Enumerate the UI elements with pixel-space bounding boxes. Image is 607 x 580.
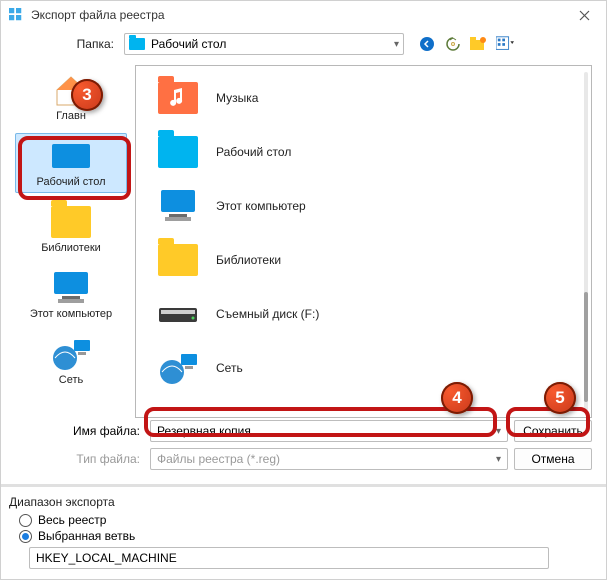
- radio-label: Весь реестр: [38, 513, 106, 527]
- new-folder-icon[interactable]: [470, 35, 488, 53]
- chevron-down-icon: ▾: [496, 454, 501, 465]
- desktop-folder-icon: [156, 132, 200, 172]
- removable-disk-icon: [156, 294, 200, 334]
- list-item[interactable]: Рабочий стол: [156, 130, 577, 174]
- save-button[interactable]: Сохранить: [514, 420, 592, 442]
- cancel-button[interactable]: Отмена: [514, 448, 592, 470]
- radio-selected-branch[interactable]: Выбранная ветвь: [19, 529, 592, 543]
- chevron-down-icon: ▾: [394, 39, 399, 50]
- filename-label: Имя файла:: [39, 424, 144, 438]
- computer-icon: [156, 186, 200, 226]
- chevron-down-icon: ▾: [496, 426, 501, 437]
- file-list: Музыка Рабочий стол Этот компьютер Библи…: [135, 65, 592, 418]
- list-item[interactable]: Музыка: [156, 76, 577, 120]
- sidebar-item-computer[interactable]: Этот компьютер: [15, 265, 127, 325]
- back-icon[interactable]: [418, 35, 436, 53]
- sidebar-item-network[interactable]: Сеть: [15, 331, 127, 391]
- list-item[interactable]: Сеть: [156, 346, 577, 390]
- list-item[interactable]: Библиотеки: [156, 238, 577, 282]
- computer-icon: [50, 270, 92, 306]
- list-item-label: Библиотеки: [216, 253, 281, 267]
- badge-3: 3: [71, 79, 103, 111]
- list-item-label: Съемный диск (F:): [216, 307, 319, 321]
- folder-label: Папка:: [13, 37, 118, 51]
- filetype-label: Тип файла:: [39, 452, 144, 466]
- export-range-group: Диапазон экспорта Весь реестр Выбранная …: [1, 484, 606, 579]
- radio-full-registry[interactable]: Весь реестр: [19, 513, 592, 527]
- recent-icon[interactable]: [444, 35, 462, 53]
- branch-input[interactable]: HKEY_LOCAL_MACHINE: [29, 547, 549, 569]
- titlebar: Экспорт файла реестра: [1, 1, 606, 29]
- badge-5: 5: [544, 382, 576, 414]
- list-item[interactable]: Этот компьютер: [156, 184, 577, 228]
- sidebar-item-label: Рабочий стол: [36, 176, 105, 188]
- list-item-label: Этот компьютер: [216, 199, 306, 213]
- desktop-icon: [50, 138, 92, 174]
- places-sidebar: Главн Рабочий стол Библиотеки Этот компь…: [15, 65, 127, 418]
- radio-icon: [19, 514, 32, 527]
- sidebar-item-label: Сеть: [59, 374, 83, 386]
- folder-combo[interactable]: Рабочий стол ▾: [124, 33, 404, 55]
- list-item[interactable]: Съемный диск (F:): [156, 292, 577, 336]
- radio-icon: [19, 530, 32, 543]
- list-item-label: Рабочий стол: [216, 145, 291, 159]
- badge-4: 4: [441, 382, 473, 414]
- network-icon: [50, 336, 92, 372]
- sidebar-item-libraries[interactable]: Библиотеки: [15, 199, 127, 259]
- export-dialog: 3 4 5 Экспорт файла реестра Папка: Рабоч…: [0, 0, 607, 580]
- filename-value: Резервная копия: [157, 424, 251, 438]
- radio-label: Выбранная ветвь: [38, 529, 135, 543]
- list-item-label: Сеть: [216, 361, 243, 375]
- network-icon: [156, 348, 200, 388]
- libraries-icon: [50, 204, 92, 240]
- scrollbar[interactable]: [584, 72, 588, 411]
- filename-input[interactable]: Резервная копия ▾: [150, 420, 508, 442]
- range-title: Диапазон экспорта: [9, 495, 592, 509]
- sidebar-item-label: Главн: [56, 110, 86, 122]
- music-folder-icon: [156, 78, 200, 118]
- filetype-combo[interactable]: Файлы реестра (*.reg) ▾: [150, 448, 508, 470]
- sidebar-item-desktop[interactable]: Рабочий стол: [15, 133, 127, 193]
- folder-toolbar: Папка: Рабочий стол ▾: [1, 29, 606, 59]
- list-item-label: Музыка: [216, 91, 258, 105]
- sidebar-item-label: Этот компьютер: [30, 308, 112, 320]
- views-icon[interactable]: [496, 35, 514, 53]
- filetype-value: Файлы реестра (*.reg): [157, 452, 280, 466]
- registry-icon: [9, 8, 23, 22]
- libraries-folder-icon: [156, 240, 200, 280]
- folder-icon: [129, 38, 145, 50]
- close-button[interactable]: [566, 3, 602, 27]
- dialog-title: Экспорт файла реестра: [31, 8, 566, 22]
- sidebar-item-label: Библиотеки: [41, 242, 101, 254]
- branch-value: HKEY_LOCAL_MACHINE: [36, 551, 177, 565]
- folder-value: Рабочий стол: [151, 37, 226, 51]
